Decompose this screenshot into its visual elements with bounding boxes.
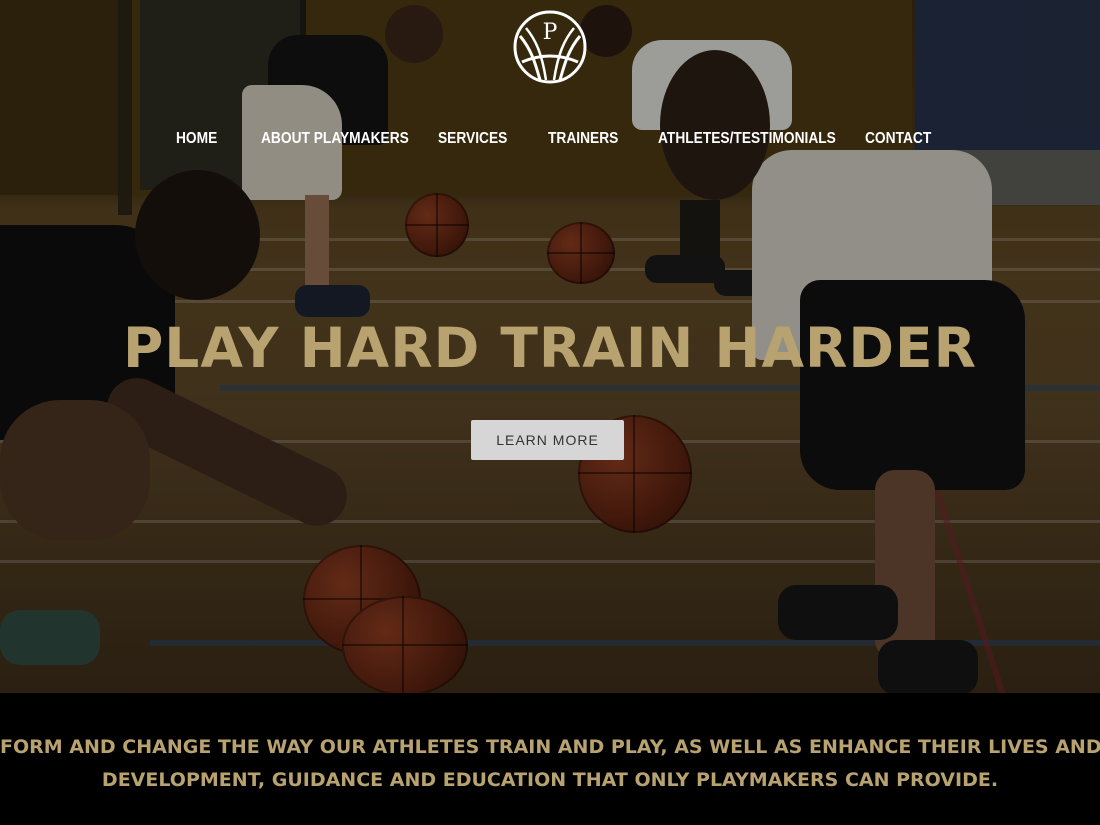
main-nav: HOME ABOUT PLAYMAKERS SERVICES TRAINERS …: [0, 130, 1100, 154]
nav-athletes-testimonials[interactable]: ATHLETES/TESTIMONIALS: [658, 130, 836, 148]
nav-about-playmakers[interactable]: ABOUT PLAYMAKERS: [261, 130, 409, 148]
nav-trainers[interactable]: TRAINERS: [548, 130, 618, 148]
mission-line-2: DEVELOPMENT, GUIDANCE AND EDUCATION THAT…: [101, 769, 999, 791]
nav-services[interactable]: SERVICES: [438, 130, 507, 148]
learn-more-button[interactable]: LEARN MORE: [471, 420, 624, 460]
logo-letter: P: [543, 20, 558, 45]
basketball-logo-svg: P: [513, 10, 587, 84]
nav-contact[interactable]: CONTACT: [865, 130, 931, 148]
mission-line-1: FORM AND CHANGE THE WAY OUR ATHLETES TRA…: [0, 736, 1100, 758]
nav-home[interactable]: HOME: [176, 130, 217, 148]
hero-headline: PLAY HARD TRAIN HARDER: [123, 316, 977, 380]
mission-statement: FORM AND CHANGE THE WAY OUR ATHLETES TRA…: [0, 693, 1100, 825]
basketball-logo-icon[interactable]: P: [512, 10, 588, 84]
hero-section: P HOME ABOUT PLAYMAKERS SERVICES TRAINER…: [0, 0, 1100, 693]
